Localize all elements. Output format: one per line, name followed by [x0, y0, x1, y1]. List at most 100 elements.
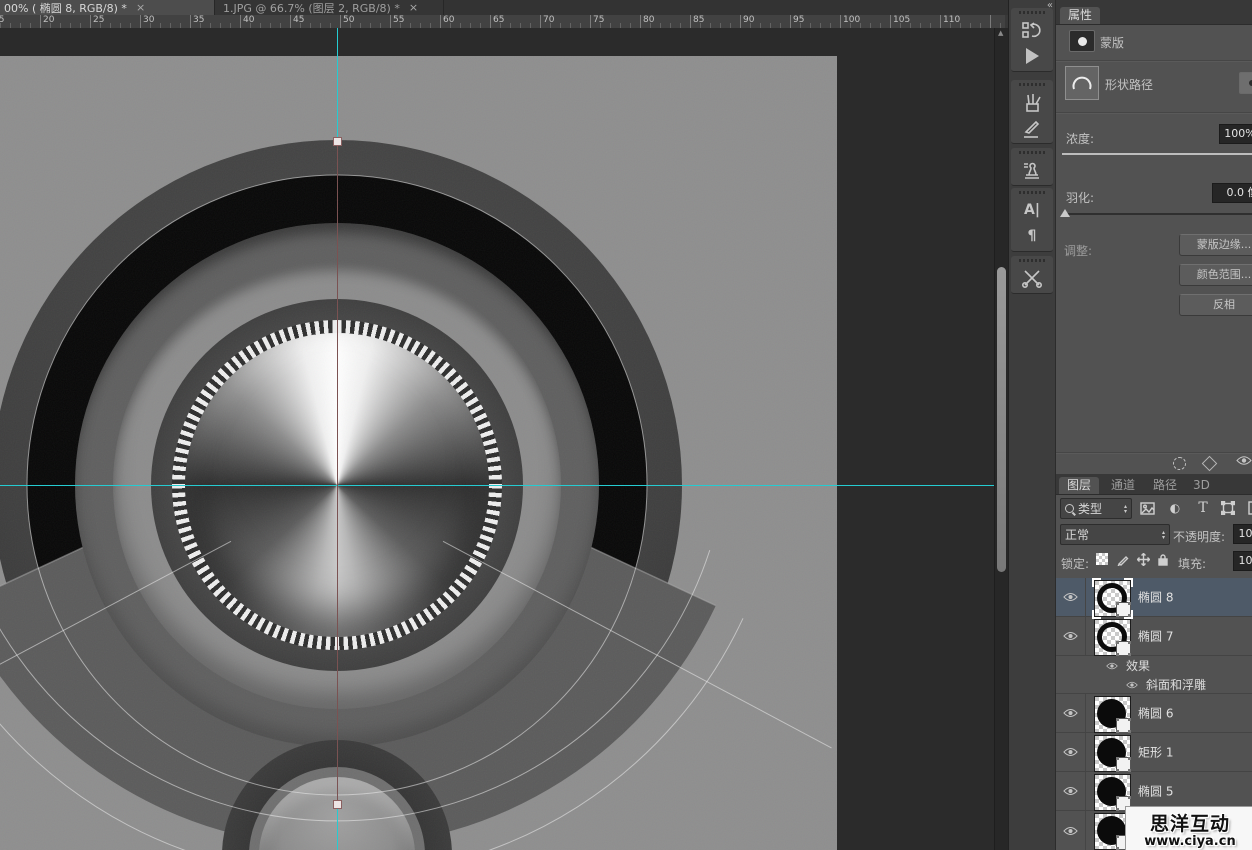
- vertical-guide[interactable]: [337, 28, 338, 138]
- drag-grip[interactable]: [1019, 83, 1045, 86]
- visibility-toggle[interactable]: [1056, 617, 1086, 655]
- document-tab-inactive[interactable]: 1.JPG @ 66.7% (图层 2, RGB/8) * ×: [215, 0, 444, 15]
- ruler-number: 75: [593, 15, 604, 25]
- load-selection-icon[interactable]: [1173, 457, 1186, 470]
- scrollbar-thumb[interactable]: [997, 267, 1006, 572]
- tab-3d[interactable]: 3D: [1185, 477, 1218, 494]
- tool-presets-panel-icon[interactable]: [1014, 265, 1050, 291]
- add-mask-icon[interactable]: [1239, 72, 1252, 94]
- vector-mask-thumbnail[interactable]: [1116, 757, 1131, 772]
- layer-thumbnail[interactable]: [1094, 735, 1131, 772]
- panel-group: [1011, 256, 1053, 294]
- filter-pixel-layers-icon[interactable]: [1138, 499, 1156, 517]
- drag-grip[interactable]: [1019, 11, 1045, 14]
- density-slider[interactable]: [1062, 153, 1252, 155]
- character-panel-icon[interactable]: A|: [1014, 197, 1050, 223]
- document-tab-title: 1.JPG @ 66.7% (图层 2, RGB/8) *: [223, 0, 400, 15]
- lock-transparency-icon[interactable]: [1096, 553, 1108, 565]
- fill-value[interactable]: 100: [1233, 551, 1252, 571]
- ruler-number: 35: [193, 15, 204, 25]
- ruler-number: 100: [843, 15, 860, 25]
- path-anchor-bottom[interactable]: [333, 800, 342, 809]
- vertical-scrollbar[interactable]: ▲: [994, 28, 1008, 850]
- horizontal-guide[interactable]: [0, 485, 994, 486]
- lock-position-icon[interactable]: [1134, 550, 1152, 568]
- ruler-number: 105: [893, 15, 910, 25]
- ruler-number: 55: [393, 15, 404, 25]
- tab-paths[interactable]: 路径: [1145, 477, 1185, 494]
- layer-row[interactable]: 椭圆 8: [1056, 578, 1252, 617]
- bevel-emboss-row[interactable]: 斜面和浮雕: [1056, 675, 1252, 694]
- filter-adjustment-layers-icon[interactable]: ◐: [1166, 499, 1184, 517]
- ruler-number: 15: [0, 15, 4, 25]
- filter-type-layers-icon[interactable]: T: [1194, 499, 1212, 517]
- color-range-button[interactable]: 颜色范围...: [1179, 264, 1252, 286]
- mask-edge-button[interactable]: 蒙版边缘...: [1179, 234, 1252, 256]
- ruler-number: 50: [343, 15, 354, 25]
- drag-grip[interactable]: [1019, 259, 1045, 262]
- vector-mask-thumbnail[interactable]: [1116, 641, 1131, 656]
- feather-value[interactable]: 0.0 像素: [1212, 183, 1252, 203]
- layer-thumbnail[interactable]: [1094, 619, 1131, 656]
- close-icon[interactable]: ×: [409, 2, 418, 13]
- kind-filter-label: 类型: [1078, 500, 1102, 517]
- layer-row[interactable]: 矩形 1: [1056, 733, 1252, 772]
- paragraph-panel-icon[interactable]: ¶: [1014, 223, 1050, 249]
- brush-panel-icon[interactable]: [1014, 89, 1050, 115]
- layer-thumbnail[interactable]: [1094, 696, 1131, 733]
- properties-tab-strip: 属性: [1056, 0, 1252, 25]
- apply-mask-icon[interactable]: [1202, 456, 1218, 472]
- visibility-toggle[interactable]: [1056, 811, 1086, 850]
- layer-name[interactable]: 椭圆 7: [1138, 628, 1173, 645]
- visibility-toggle[interactable]: [1056, 772, 1086, 810]
- updown-arrows-icon: ▴▾: [1162, 530, 1165, 540]
- layers-tab-strip: 图层 通道 路径 3D: [1056, 474, 1252, 495]
- feather-slider-thumb[interactable]: [1060, 209, 1070, 217]
- visibility-toggle[interactable]: [1056, 578, 1086, 616]
- layer-row[interactable]: 椭圆 7: [1056, 617, 1252, 656]
- tab-layers[interactable]: 图层: [1059, 477, 1099, 494]
- search-icon: [1065, 504, 1074, 513]
- layer-name[interactable]: 矩形 1: [1138, 744, 1173, 761]
- actions-panel-icon[interactable]: [1014, 43, 1050, 69]
- lock-all-icon[interactable]: [1154, 550, 1172, 568]
- filter-smart-objects-icon[interactable]: [1246, 499, 1252, 517]
- drag-grip[interactable]: [1019, 151, 1045, 154]
- canvas-document[interactable]: [0, 56, 837, 850]
- layer-name[interactable]: 椭圆 5: [1138, 783, 1173, 800]
- history-panel-icon[interactable]: [1014, 17, 1050, 43]
- layer-effects-row[interactable]: 效果: [1056, 656, 1252, 675]
- layer-filter-kind-dropdown[interactable]: 类型 ▴▾: [1060, 498, 1132, 519]
- close-icon[interactable]: ×: [136, 2, 145, 13]
- canvas-viewport[interactable]: ▲: [0, 28, 1008, 850]
- invert-button[interactable]: 反相: [1179, 294, 1252, 316]
- tab-channels[interactable]: 通道: [1103, 477, 1143, 494]
- tab-properties[interactable]: 属性: [1060, 7, 1100, 24]
- vector-mask-thumbnail[interactable]: [1116, 718, 1131, 733]
- layer-name[interactable]: 椭圆 8: [1138, 589, 1173, 606]
- path-anchor-top[interactable]: [333, 137, 342, 146]
- mask-visibility-eye-icon[interactable]: [1236, 455, 1252, 466]
- horizontal-ruler[interactable]: 1520253035404550556065707580859095100105…: [0, 15, 1005, 29]
- shape-path-outline: [0, 56, 837, 850]
- visibility-toggle[interactable]: [1056, 733, 1086, 771]
- vertical-guide[interactable]: [337, 807, 338, 850]
- visibility-toggle[interactable]: [1056, 694, 1086, 732]
- feather-slider[interactable]: [1062, 213, 1252, 215]
- opacity-value[interactable]: 100: [1233, 524, 1252, 544]
- blend-mode-dropdown[interactable]: 正常 ▴▾: [1060, 524, 1170, 545]
- lock-pixels-icon[interactable]: [1114, 550, 1132, 568]
- document-tab-active[interactable]: 00% ( 椭圆 8, RGB/8) * ×: [0, 0, 215, 15]
- clone-source-panel-icon[interactable]: [1014, 157, 1050, 183]
- brush-presets-panel-icon[interactable]: [1014, 115, 1050, 141]
- layer-name[interactable]: 椭圆 6: [1138, 705, 1173, 722]
- layer-row[interactable]: 椭圆 6: [1056, 694, 1252, 733]
- divider: [1056, 452, 1252, 453]
- scroll-up-icon[interactable]: ▲: [998, 29, 1003, 37]
- panel-group: [1011, 8, 1053, 72]
- drag-grip[interactable]: [1019, 191, 1045, 194]
- layer-thumbnail[interactable]: [1094, 580, 1131, 617]
- ruler-number: 30: [143, 15, 154, 25]
- filter-shape-layers-icon[interactable]: [1219, 499, 1237, 517]
- density-value[interactable]: 100%: [1219, 124, 1252, 144]
